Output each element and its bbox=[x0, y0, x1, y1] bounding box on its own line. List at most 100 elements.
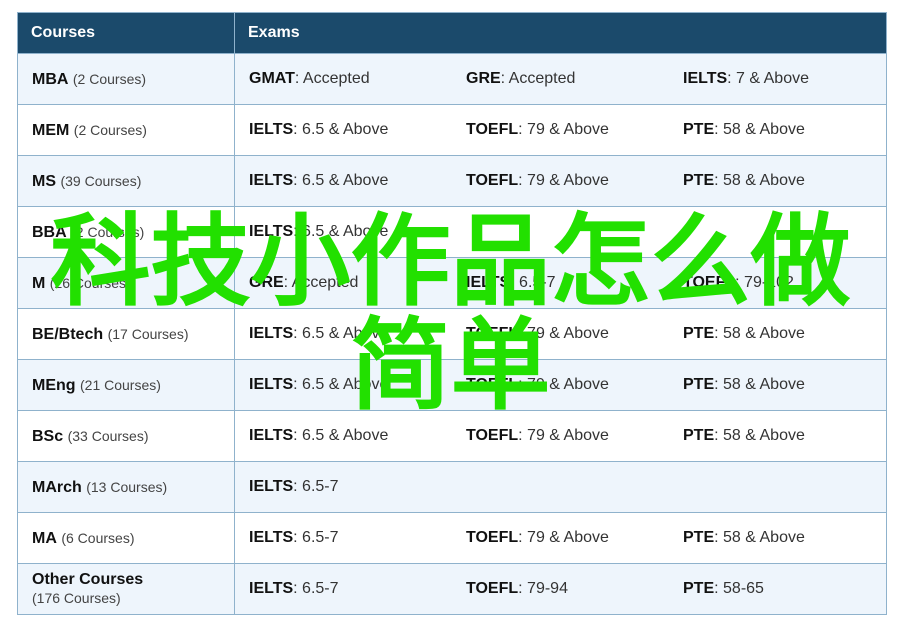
course-name-link[interactable]: BBA bbox=[32, 224, 67, 241]
exam-score: : Accepted bbox=[283, 274, 359, 291]
course-count: (26 Courses) bbox=[49, 274, 131, 291]
table-row: BSc (33 Courses) IELTS: 6.5 & Above TOEFL:… bbox=[17, 410, 887, 462]
exam-list: IELTS: 6.5-7 bbox=[235, 478, 886, 496]
course-cell: Other Courses (176 Courses) bbox=[17, 563, 235, 615]
course-name-link[interactable]: MBA bbox=[32, 71, 68, 88]
exam-name: TOEFL bbox=[466, 325, 519, 342]
exam-requirement bbox=[452, 478, 669, 496]
course-name-link[interactable]: MArch bbox=[32, 479, 82, 496]
exam-score: : 79 & Above bbox=[518, 376, 609, 393]
exam-requirement: TOEFL: 79 & Above bbox=[452, 376, 669, 394]
exam-requirement: PTE: 58 & Above bbox=[669, 121, 886, 139]
course-cell: MArch (13 Courses) bbox=[17, 461, 235, 513]
table-row: Other Courses (176 Courses) IELTS: 6.5-7 TO… bbox=[17, 563, 887, 615]
course-name-link[interactable]: MA bbox=[32, 530, 57, 547]
exam-name: TOEFL bbox=[466, 529, 519, 546]
exam-name: PTE bbox=[683, 427, 715, 444]
exam-name: TOEFL bbox=[466, 121, 519, 138]
exam-name: PTE bbox=[683, 121, 715, 138]
exam-score: : Accepted bbox=[294, 70, 370, 87]
exam-name: PTE bbox=[683, 580, 715, 597]
exam-requirement: TOEFL: 79-94 bbox=[452, 580, 669, 598]
exam-name: GRE bbox=[466, 70, 501, 87]
exam-requirement: IELTS: 6.5 & Above bbox=[235, 376, 452, 394]
exam-requirement: TOEFL: 79 & Above bbox=[452, 427, 669, 445]
exam-score: : 79-102 bbox=[735, 274, 794, 291]
exam-name: IELTS bbox=[249, 121, 294, 138]
course-name-link[interactable]: Other Courses bbox=[32, 571, 143, 588]
exam-score: : 7 & Above bbox=[727, 70, 809, 87]
exam-list: IELTS: 6.5 & Above TOEFL: 79 & Above PTE: … bbox=[235, 427, 886, 445]
course-name-link[interactable]: MS bbox=[32, 173, 56, 190]
table-body: MBA (2 Courses) GMAT: Accepted GRE: Accept… bbox=[17, 53, 887, 615]
exam-name: IELTS bbox=[249, 223, 294, 240]
table-row: MEng (21 Courses) IELTS: 6.5 & Above TOEFL… bbox=[17, 359, 887, 411]
exams-cell: IELTS: 6.5-7 bbox=[234, 461, 887, 513]
exam-score: : 58-65 bbox=[714, 580, 764, 597]
exam-score: : 58 & Above bbox=[714, 529, 805, 546]
exam-name: TOEFL bbox=[466, 172, 519, 189]
exam-list: GRE: Accepted IELTS: 6.5-7 TOEFL: 79-102 bbox=[235, 274, 886, 292]
exam-list: IELTS: 6.5 & Above TOEFL: 79 & Above PTE: … bbox=[235, 325, 886, 343]
exam-score: : 58 & Above bbox=[714, 121, 805, 138]
course-cell: MEM (2 Courses) bbox=[17, 104, 235, 156]
exam-requirement bbox=[452, 223, 669, 241]
exam-requirement: PTE: 58 & Above bbox=[669, 172, 886, 190]
table-row: MA (6 Courses) IELTS: 6.5-7 TOEFL: 79 & Ab… bbox=[17, 512, 887, 564]
course-cell: MA (6 Courses) bbox=[17, 512, 235, 564]
exam-score: : 79 & Above bbox=[518, 529, 609, 546]
exam-score: : 79 & Above bbox=[518, 121, 609, 138]
exam-name: PTE bbox=[683, 376, 715, 393]
course-cell: BE/Btech (17 Courses) bbox=[17, 308, 235, 360]
exam-requirement: IELTS: 7 & Above bbox=[669, 70, 886, 88]
exam-list: IELTS: 6.5 & Above TOEFL: 79 & Above PTE: … bbox=[235, 376, 886, 394]
exam-requirement: TOEFL: 79 & Above bbox=[452, 325, 669, 343]
course-count: (17 Courses) bbox=[107, 325, 189, 342]
table-header-row: Courses Exams bbox=[17, 12, 887, 54]
exam-requirement: TOEFL: 79 & Above bbox=[452, 121, 669, 139]
course-name-link[interactable]: MEng bbox=[32, 377, 76, 394]
course-name-link[interactable]: BE/Btech bbox=[32, 326, 103, 343]
exams-cell: IELTS: 6.5 & Above TOEFL: 79 & Above PTE: … bbox=[234, 155, 887, 207]
exam-score: : 6.5-7 bbox=[293, 478, 339, 495]
exam-requirement bbox=[669, 478, 886, 496]
exam-name: IELTS bbox=[249, 325, 294, 342]
exam-requirement: PTE: 58-65 bbox=[669, 580, 886, 598]
exam-score: : 6.5-7 bbox=[510, 274, 556, 291]
exam-score: : 6.5 & Above bbox=[293, 376, 389, 393]
exam-requirement: IELTS: 6.5 & Above bbox=[235, 223, 452, 241]
course-count: (6 Courses) bbox=[61, 529, 135, 546]
exam-list: IELTS: 6.5 & Above TOEFL: 79 & Above PTE: … bbox=[235, 172, 886, 190]
exam-list: IELTS: 6.5 & Above bbox=[235, 223, 886, 241]
exam-score: : 79 & Above bbox=[518, 427, 609, 444]
exam-score: : 79-94 bbox=[518, 580, 568, 597]
exam-score: : 6.5-7 bbox=[293, 580, 339, 597]
exam-score: : 6.5-7 bbox=[293, 529, 339, 546]
course-name-link[interactable]: M bbox=[32, 275, 45, 292]
course-count: (176 Courses) bbox=[32, 590, 121, 606]
exam-list: IELTS: 6.5-7 TOEFL: 79-94 PTE: 58-65 bbox=[235, 580, 886, 598]
exams-cell: IELTS: 6.5 & Above TOEFL: 79 & Above PTE: … bbox=[234, 359, 887, 411]
exam-requirement bbox=[669, 223, 886, 241]
exam-name: PTE bbox=[683, 172, 715, 189]
course-name-link[interactable]: BSc bbox=[32, 428, 63, 445]
exam-name: TOEFL bbox=[466, 427, 519, 444]
course-count: (33 Courses) bbox=[67, 427, 149, 444]
exam-requirement: PTE: 58 & Above bbox=[669, 376, 886, 394]
table-row: BBA (2 Courses) IELTS: 6.5 & Above bbox=[17, 206, 887, 258]
table-row: BE/Btech (17 Courses) IELTS: 6.5 & Above T… bbox=[17, 308, 887, 360]
exam-score: : 58 & Above bbox=[714, 427, 805, 444]
exam-requirement: TOEFL: 79 & Above bbox=[452, 529, 669, 547]
course-cell: M (26 Courses) bbox=[17, 257, 235, 309]
exams-cell: IELTS: 6.5 & Above TOEFL: 79 & Above PTE: … bbox=[234, 410, 887, 462]
exams-cell: IELTS: 6.5-7 TOEFL: 79-94 PTE: 58-65 bbox=[234, 563, 887, 615]
exam-list: IELTS: 6.5-7 TOEFL: 79 & Above PTE: 58 & A… bbox=[235, 529, 886, 547]
course-cell: BBA (2 Courses) bbox=[17, 206, 235, 258]
course-count: (2 Courses) bbox=[72, 70, 147, 87]
exam-list: IELTS: 6.5 & Above TOEFL: 79 & Above PTE: … bbox=[235, 121, 886, 139]
courses-table: Courses Exams MBA (2 Courses) GMAT: Accep… bbox=[17, 12, 887, 615]
exam-requirement: IELTS: 6.5-7 bbox=[235, 580, 452, 598]
course-count: (39 Courses) bbox=[60, 172, 142, 189]
course-name-link[interactable]: MEM bbox=[32, 122, 69, 139]
course-cell: BSc (33 Courses) bbox=[17, 410, 235, 462]
